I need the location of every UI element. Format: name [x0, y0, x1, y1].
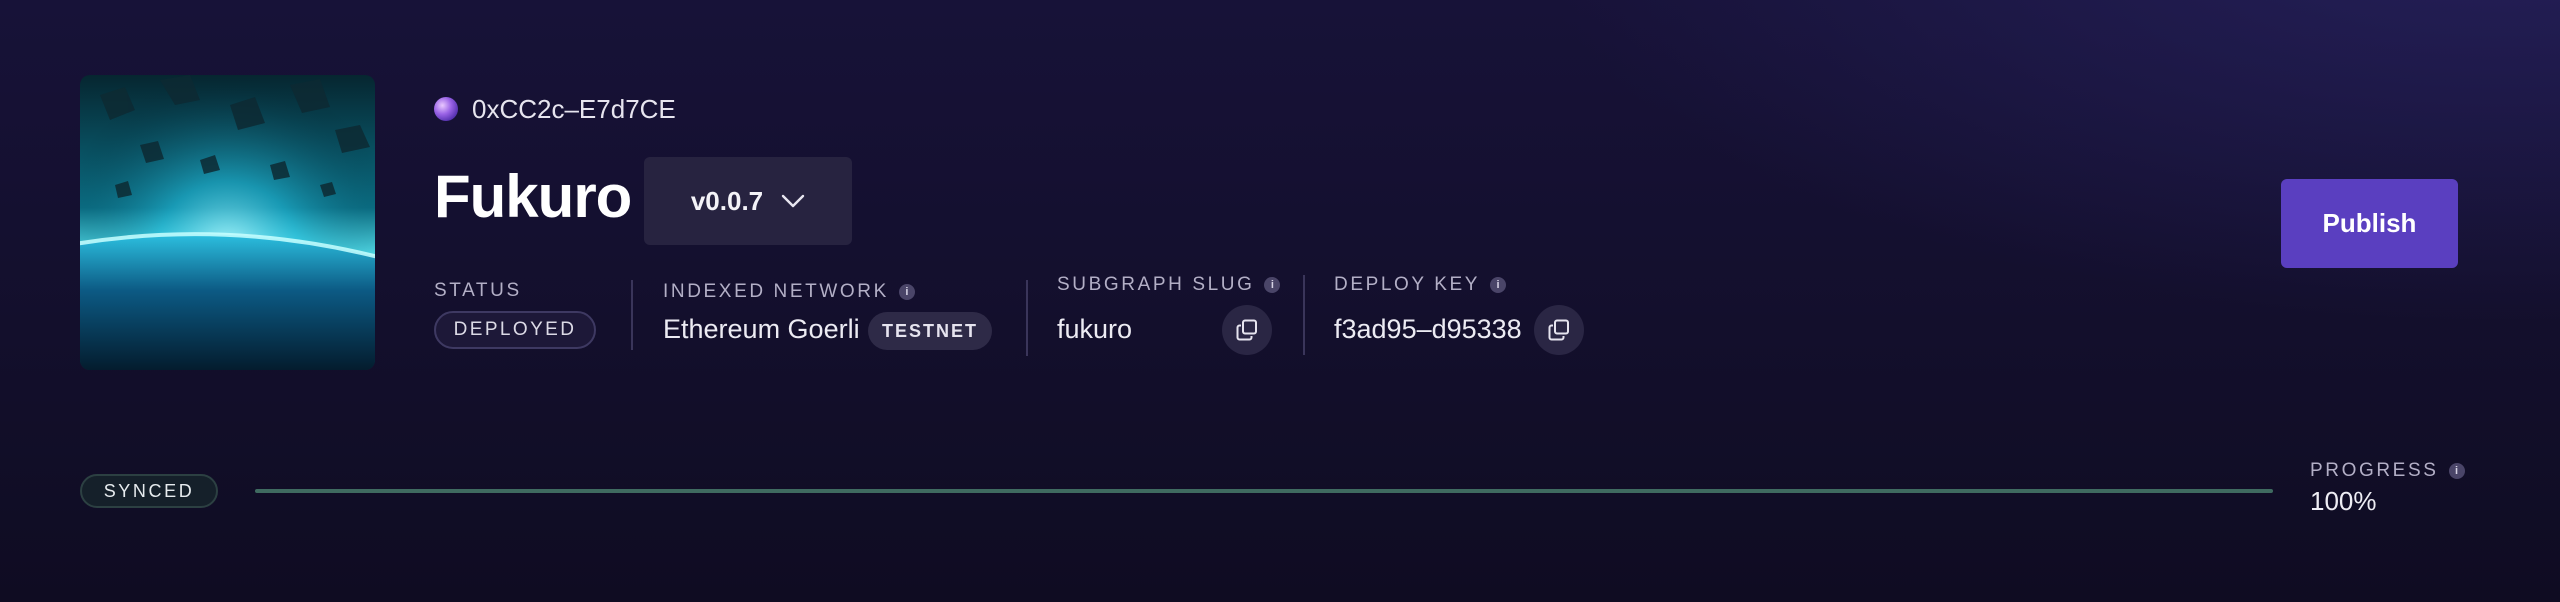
deploy-key-value: f3ad95–d95338 — [1334, 314, 1522, 344]
info-icon[interactable]: i — [2448, 463, 2465, 479]
owner-address[interactable]: 0xCC2c–E7d7CE — [434, 92, 676, 126]
publish-button[interactable]: Publish — [2281, 179, 2458, 268]
page-title: Fukuro — [434, 163, 632, 230]
subgraph-slug-label-text: SUBGRAPH SLUG — [1057, 274, 1255, 295]
sync-status-badge: SYNCED — [80, 474, 218, 508]
subgraph-header: 0xCC2c–E7d7CE Fukuro v0.0.7 STATUS DEPLO… — [0, 0, 2560, 602]
indexed-network-label: INDEXED NETWORK i — [663, 281, 915, 303]
indexed-network-value: Ethereum Goerli — [663, 314, 860, 344]
copy-icon — [1236, 319, 1257, 341]
indexed-network-label-text: INDEXED NETWORK — [663, 281, 889, 302]
status-label: STATUS — [434, 280, 522, 302]
divider — [1303, 275, 1305, 355]
deploy-key-label: DEPLOY KEY i — [1334, 274, 1507, 296]
owner-address-text: 0xCC2c–E7d7CE — [472, 93, 676, 124]
progress-label-text: PROGRESS — [2310, 460, 2439, 481]
subgraph-slug-value: fukuro — [1057, 314, 1133, 344]
divider — [1026, 280, 1028, 356]
copy-icon — [1548, 319, 1569, 341]
info-icon[interactable]: i — [1264, 277, 1281, 293]
divider — [631, 280, 633, 350]
status-label-text: STATUS — [434, 280, 522, 301]
sync-progress-fill — [255, 489, 2273, 493]
chevron-down-icon — [781, 194, 805, 208]
progress-label: PROGRESS i — [2310, 460, 2465, 482]
purple-orb-icon — [434, 97, 458, 121]
info-icon[interactable]: i — [1490, 277, 1507, 293]
subgraph-slug-label: SUBGRAPH SLUG i — [1057, 274, 1281, 296]
planet-image — [80, 75, 375, 370]
progress-value: 100% — [2310, 486, 2377, 516]
version-dropdown[interactable]: v0.0.7 — [644, 157, 852, 245]
sync-progress-bar — [255, 489, 2273, 493]
version-label: v0.0.7 — [690, 185, 764, 216]
status-badge: DEPLOYED — [434, 311, 596, 349]
deploy-key-label-text: DEPLOY KEY — [1334, 274, 1481, 295]
testnet-badge: TESTNET — [868, 312, 992, 350]
copy-slug-button[interactable] — [1222, 305, 1272, 355]
subgraph-thumbnail — [80, 75, 375, 370]
info-icon[interactable]: i — [898, 284, 915, 300]
copy-deploy-key-button[interactable] — [1534, 305, 1584, 355]
